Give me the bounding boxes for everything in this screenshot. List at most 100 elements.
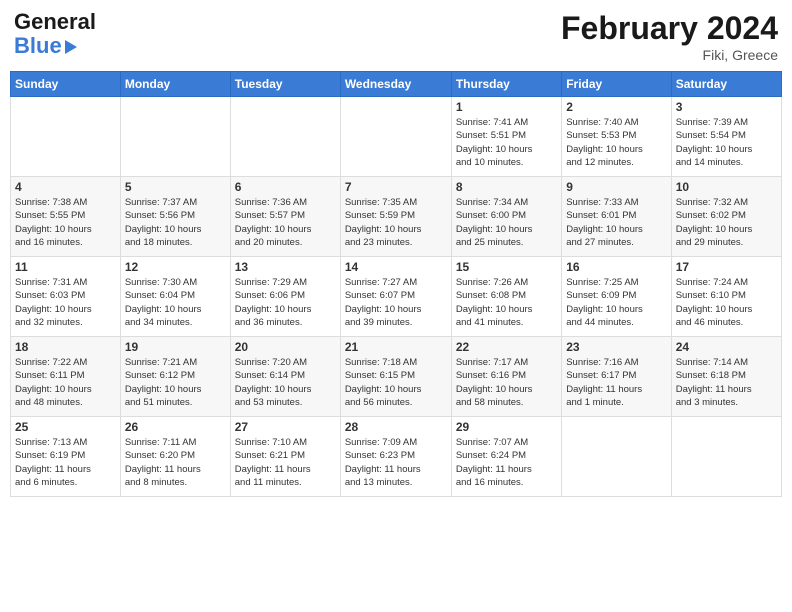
day-number: 9 xyxy=(566,180,666,194)
day-number: 21 xyxy=(345,340,447,354)
day-info: Sunrise: 7:10 AM Sunset: 6:21 PM Dayligh… xyxy=(235,436,336,489)
calendar-cell: 21 Sunrise: 7:18 AM Sunset: 6:15 PM Dayli… xyxy=(340,337,451,417)
day-number: 24 xyxy=(676,340,777,354)
weekday-header-friday: Friday xyxy=(562,72,671,97)
day-info: Sunrise: 7:17 AM Sunset: 6:16 PM Dayligh… xyxy=(456,356,557,409)
calendar-cell: 8Sunrise: 7:34 AM Sunset: 6:00 PM Daylig… xyxy=(451,177,561,257)
calendar-cell: 24 Sunrise: 7:14 AM Sunset: 6:18 PM Dayli… xyxy=(671,337,781,417)
calendar-cell: 17 Sunrise: 7:24 AM Sunset: 6:10 PM Dayli… xyxy=(671,257,781,337)
calendar-cell xyxy=(11,97,121,177)
day-number: 3 xyxy=(676,100,777,114)
weekday-header-saturday: Saturday xyxy=(671,72,781,97)
day-number: 26 xyxy=(125,420,226,434)
page-header: General Blue February 2024 Fiki, Greece xyxy=(10,10,782,63)
day-number: 14 xyxy=(345,260,447,274)
day-info: Sunrise: 7:09 AM Sunset: 6:23 PM Dayligh… xyxy=(345,436,447,489)
month-title: February 2024 xyxy=(561,10,778,47)
weekday-header-wednesday: Wednesday xyxy=(340,72,451,97)
day-info: Sunrise: 7:26 AM Sunset: 6:08 PM Dayligh… xyxy=(456,276,557,329)
day-info: Sunrise: 7:35 AM Sunset: 5:59 PM Dayligh… xyxy=(345,196,447,249)
calendar-cell: 9 Sunrise: 7:33 AM Sunset: 6:01 PM Daylig… xyxy=(562,177,671,257)
day-info: Sunrise: 7:33 AM Sunset: 6:01 PM Dayligh… xyxy=(566,196,666,249)
day-info: Sunrise: 7:32 AM Sunset: 6:02 PM Dayligh… xyxy=(676,196,777,249)
day-number: 25 xyxy=(15,420,116,434)
day-info: Sunrise: 7:22 AM Sunset: 6:11 PM Dayligh… xyxy=(15,356,116,409)
calendar-cell xyxy=(340,97,451,177)
calendar-week-row: 1 Sunrise: 7:41 AM Sunset: 5:51 PM Daylig… xyxy=(11,97,782,177)
calendar-cell: 1 Sunrise: 7:41 AM Sunset: 5:51 PM Daylig… xyxy=(451,97,561,177)
day-info: Sunrise: 7:16 AM Sunset: 6:17 PM Dayligh… xyxy=(566,356,666,409)
weekday-header-tuesday: Tuesday xyxy=(230,72,340,97)
day-info: Sunrise: 7:11 AM Sunset: 6:20 PM Dayligh… xyxy=(125,436,226,489)
day-info: Sunrise: 7:38 AM Sunset: 5:55 PM Dayligh… xyxy=(15,196,116,249)
day-number: 2 xyxy=(566,100,666,114)
calendar-cell: 2 Sunrise: 7:40 AM Sunset: 5:53 PM Daylig… xyxy=(562,97,671,177)
calendar-week-row: 4 Sunrise: 7:38 AM Sunset: 5:55 PM Daylig… xyxy=(11,177,782,257)
logo: General Blue xyxy=(14,10,96,58)
day-info: Sunrise: 7:13 AM Sunset: 6:19 PM Dayligh… xyxy=(15,436,116,489)
calendar-cell: 18 Sunrise: 7:22 AM Sunset: 6:11 PM Dayli… xyxy=(11,337,121,417)
day-info: Sunrise: 7:34 AM Sunset: 6:00 PM Dayligh… xyxy=(456,196,557,249)
day-info: Sunrise: 7:37 AM Sunset: 5:56 PM Dayligh… xyxy=(125,196,226,249)
calendar-cell xyxy=(671,417,781,497)
calendar-table: SundayMondayTuesdayWednesdayThursdayFrid… xyxy=(10,71,782,497)
day-info: Sunrise: 7:41 AM Sunset: 5:51 PM Dayligh… xyxy=(456,116,557,169)
day-number: 18 xyxy=(15,340,116,354)
day-number: 12 xyxy=(125,260,226,274)
day-number: 28 xyxy=(345,420,447,434)
calendar-cell: 19 Sunrise: 7:21 AM Sunset: 6:12 PM Dayli… xyxy=(120,337,230,417)
calendar-cell: 23Sunrise: 7:16 AM Sunset: 6:17 PM Dayli… xyxy=(562,337,671,417)
logo-text: General Blue xyxy=(14,10,96,58)
day-number: 1 xyxy=(456,100,557,114)
day-info: Sunrise: 7:31 AM Sunset: 6:03 PM Dayligh… xyxy=(15,276,116,329)
day-info: Sunrise: 7:18 AM Sunset: 6:15 PM Dayligh… xyxy=(345,356,447,409)
day-number: 27 xyxy=(235,420,336,434)
day-number: 17 xyxy=(676,260,777,274)
calendar-cell: 4 Sunrise: 7:38 AM Sunset: 5:55 PM Daylig… xyxy=(11,177,121,257)
day-number: 22 xyxy=(456,340,557,354)
day-number: 19 xyxy=(125,340,226,354)
day-number: 6 xyxy=(235,180,336,194)
day-number: 13 xyxy=(235,260,336,274)
weekday-header-monday: Monday xyxy=(120,72,230,97)
calendar-header-row: SundayMondayTuesdayWednesdayThursdayFrid… xyxy=(11,72,782,97)
calendar-cell: 3Sunrise: 7:39 AM Sunset: 5:54 PM Daylig… xyxy=(671,97,781,177)
day-info: Sunrise: 7:20 AM Sunset: 6:14 PM Dayligh… xyxy=(235,356,336,409)
calendar-cell: 10 Sunrise: 7:32 AM Sunset: 6:02 PM Dayli… xyxy=(671,177,781,257)
day-info: Sunrise: 7:40 AM Sunset: 5:53 PM Dayligh… xyxy=(566,116,666,169)
day-number: 16 xyxy=(566,260,666,274)
day-info: Sunrise: 7:14 AM Sunset: 6:18 PM Dayligh… xyxy=(676,356,777,409)
calendar-cell: 12 Sunrise: 7:30 AM Sunset: 6:04 PM Dayli… xyxy=(120,257,230,337)
day-number: 15 xyxy=(456,260,557,274)
day-number: 29 xyxy=(456,420,557,434)
calendar-cell: 29 Sunrise: 7:07 AM Sunset: 6:24 PM Dayli… xyxy=(451,417,561,497)
calendar-cell: 26 Sunrise: 7:11 AM Sunset: 6:20 PM Dayli… xyxy=(120,417,230,497)
calendar-cell: 13 Sunrise: 7:29 AM Sunset: 6:06 PM Dayli… xyxy=(230,257,340,337)
calendar-cell: 22 Sunrise: 7:17 AM Sunset: 6:16 PM Dayli… xyxy=(451,337,561,417)
title-block: February 2024 Fiki, Greece xyxy=(561,10,778,63)
day-info: Sunrise: 7:25 AM Sunset: 6:09 PM Dayligh… xyxy=(566,276,666,329)
day-number: 20 xyxy=(235,340,336,354)
day-number: 10 xyxy=(676,180,777,194)
day-info: Sunrise: 7:29 AM Sunset: 6:06 PM Dayligh… xyxy=(235,276,336,329)
calendar-cell: 11Sunrise: 7:31 AM Sunset: 6:03 PM Dayli… xyxy=(11,257,121,337)
calendar-cell: 15 Sunrise: 7:26 AM Sunset: 6:08 PM Dayli… xyxy=(451,257,561,337)
location: Fiki, Greece xyxy=(561,47,778,63)
day-number: 4 xyxy=(15,180,116,194)
day-number: 7 xyxy=(345,180,447,194)
calendar-week-row: 11Sunrise: 7:31 AM Sunset: 6:03 PM Dayli… xyxy=(11,257,782,337)
calendar-cell: 27 Sunrise: 7:10 AM Sunset: 6:21 PM Dayli… xyxy=(230,417,340,497)
day-info: Sunrise: 7:30 AM Sunset: 6:04 PM Dayligh… xyxy=(125,276,226,329)
calendar-cell: 6 Sunrise: 7:36 AM Sunset: 5:57 PM Daylig… xyxy=(230,177,340,257)
calendar-cell: 5Sunrise: 7:37 AM Sunset: 5:56 PM Daylig… xyxy=(120,177,230,257)
day-info: Sunrise: 7:24 AM Sunset: 6:10 PM Dayligh… xyxy=(676,276,777,329)
calendar-cell: 14 Sunrise: 7:27 AM Sunset: 6:07 PM Dayli… xyxy=(340,257,451,337)
day-info: Sunrise: 7:27 AM Sunset: 6:07 PM Dayligh… xyxy=(345,276,447,329)
day-info: Sunrise: 7:21 AM Sunset: 6:12 PM Dayligh… xyxy=(125,356,226,409)
calendar-cell xyxy=(120,97,230,177)
day-info: Sunrise: 7:07 AM Sunset: 6:24 PM Dayligh… xyxy=(456,436,557,489)
weekday-header-sunday: Sunday xyxy=(11,72,121,97)
day-info: Sunrise: 7:36 AM Sunset: 5:57 PM Dayligh… xyxy=(235,196,336,249)
calendar-cell xyxy=(562,417,671,497)
logo-arrow-icon xyxy=(65,40,77,54)
